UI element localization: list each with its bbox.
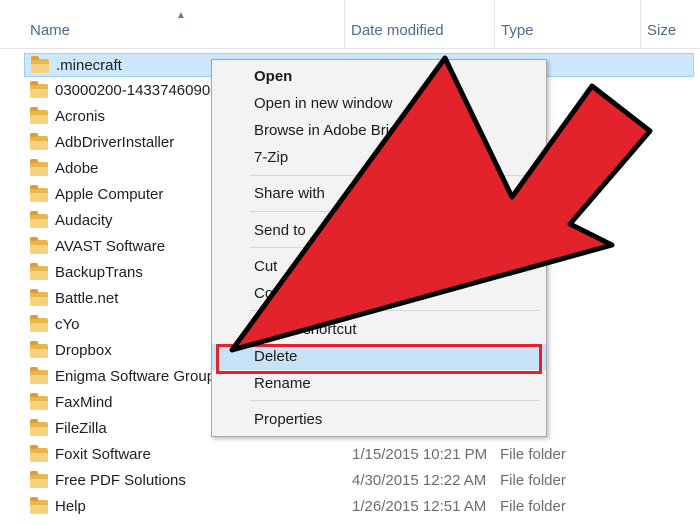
- menu-separator: [250, 175, 540, 176]
- file-name: AdbDriverInstaller: [55, 134, 175, 151]
- menu-item-open-in-new-window[interactable]: Open in new window: [212, 91, 546, 117]
- folder-icon: [30, 211, 48, 228]
- folder-icon: [30, 237, 48, 254]
- menu-item-send-to[interactable]: Send to: [212, 218, 546, 244]
- menu-item-browse-in-adobe-bridge[interactable]: Browse in Adobe Bridge: [212, 118, 546, 144]
- menu-item-cut[interactable]: Cut: [212, 254, 546, 280]
- folder-icon: [30, 263, 48, 280]
- menu-item-open[interactable]: Open: [212, 64, 546, 90]
- file-name: Dropbox: [55, 342, 112, 359]
- folder-icon: [30, 81, 48, 98]
- file-type: File folder: [500, 498, 566, 515]
- file-date-modified: 4/30/2015 12:22 AM: [352, 472, 487, 489]
- table-row[interactable]: Help 1/26/2015 12:51 AM File folder: [24, 495, 694, 519]
- column-header-date-modified[interactable]: Date modified: [344, 0, 494, 48]
- menu-separator: [250, 310, 540, 311]
- menu-separator: [250, 247, 540, 248]
- folder-icon: [30, 497, 48, 514]
- folder-icon: [30, 315, 48, 332]
- file-name: Free PDF Solutions: [55, 472, 186, 489]
- file-name: Enigma Software Group: [55, 368, 216, 385]
- menu-separator: [250, 400, 540, 401]
- table-row[interactable]: Free PDF Solutions 4/30/2015 12:22 AM File…: [24, 469, 694, 493]
- file-name: BackupTrans: [55, 264, 143, 281]
- file-name: 03000200-1433746090-0: [55, 82, 224, 99]
- file-name: cYo: [55, 316, 80, 333]
- folder-icon: [30, 419, 48, 436]
- menu-item-share-with[interactable]: Share with: [212, 181, 546, 207]
- folder-icon: [30, 393, 48, 410]
- menu-item-create-shortcut[interactable]: Create shortcut: [212, 317, 546, 343]
- folder-icon: [30, 367, 48, 384]
- menu-separator: [250, 211, 540, 212]
- file-date-modified: 1/15/2015 10:21 PM: [352, 446, 488, 463]
- column-header-name[interactable]: Name: [24, 0, 344, 48]
- column-header-type[interactable]: Type: [494, 0, 640, 48]
- menu-item-7-zip[interactable]: 7-Zip: [212, 145, 546, 171]
- folder-icon: [31, 56, 49, 73]
- file-name: Help: [55, 498, 86, 515]
- column-header-bar: ▲ Name Date modified Type Size: [0, 0, 700, 49]
- folder-icon: [30, 341, 48, 358]
- menu-item-properties[interactable]: Properties: [212, 407, 546, 433]
- menu-item-copy[interactable]: Copy: [212, 281, 546, 307]
- file-name: Audacity: [55, 212, 113, 229]
- file-name: Acronis: [55, 108, 106, 125]
- file-name: Foxit Software: [55, 446, 151, 463]
- folder-icon: [30, 471, 48, 488]
- column-header-size[interactable]: Size: [640, 0, 700, 48]
- file-name: AVAST Software: [55, 238, 166, 255]
- file-type: File folder: [500, 446, 566, 463]
- context-menu: Open Open in new window Browse in Adobe Br…: [211, 59, 547, 437]
- folder-icon: [30, 185, 48, 202]
- folder-icon: [30, 133, 48, 150]
- file-name: Battle.net: [55, 290, 119, 307]
- delete-highlight-outline: [216, 344, 542, 374]
- folder-icon: [30, 159, 48, 176]
- file-date-modified: 1/26/2015 12:51 AM: [352, 498, 487, 515]
- file-name: .minecraft: [56, 57, 122, 74]
- file-name: Adobe: [55, 160, 99, 177]
- menu-item-rename[interactable]: Rename: [212, 371, 546, 397]
- folder-icon: [30, 289, 48, 306]
- folder-icon: [30, 445, 48, 462]
- file-name: FaxMind: [55, 394, 113, 411]
- file-name: Apple Computer: [55, 186, 164, 203]
- file-type: File folder: [500, 472, 566, 489]
- table-row[interactable]: Foxit Software 1/15/2015 10:21 PM File fol…: [24, 443, 694, 467]
- file-name: FileZilla: [55, 420, 107, 437]
- folder-icon: [30, 107, 48, 124]
